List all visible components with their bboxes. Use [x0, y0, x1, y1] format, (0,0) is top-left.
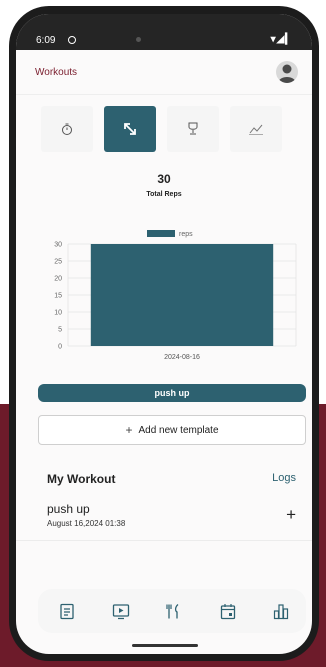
resize-arrows-icon — [124, 123, 136, 135]
y-tick-label: 5 — [58, 327, 62, 334]
y-tick-label: 30 — [54, 242, 62, 249]
sync-icon — [68, 36, 76, 44]
nav-item-video[interactable] — [111, 601, 131, 621]
workout-date: August 16,2024 01:38 — [47, 519, 126, 528]
nav-item-food[interactable] — [164, 601, 184, 621]
add-template-button[interactable]: + Add new template — [38, 415, 306, 445]
legend-swatch — [147, 230, 175, 237]
add-template-label: Add new template — [138, 424, 219, 436]
total-reps-value: 30 — [157, 172, 171, 186]
status-signal-icons: ▾◢▎ — [270, 34, 294, 45]
nav-item-document[interactable] — [57, 601, 77, 621]
stopwatch-icon — [62, 123, 72, 135]
bottom-nav — [38, 589, 306, 633]
user-icon — [278, 64, 296, 83]
total-reps-label: Total Reps — [146, 191, 182, 198]
plus-icon: + — [125, 423, 133, 437]
y-tick-label: 25 — [54, 259, 62, 266]
document-icon — [60, 603, 74, 619]
nav-item-calendar[interactable] — [218, 601, 238, 621]
status-time: 6:09 — [36, 35, 56, 46]
calendar-icon — [220, 603, 236, 619]
exercise-label: push up — [154, 388, 190, 398]
trophy-icon — [188, 122, 198, 135]
chart-bar — [90, 244, 274, 346]
section-title: My Workout — [47, 472, 116, 486]
bar-chart-icon — [273, 603, 289, 619]
x-tick-label: 2024-08-16 — [164, 354, 200, 361]
exercise-selector[interactable]: push up — [38, 384, 306, 402]
home-indicator — [132, 644, 198, 647]
camera-notch — [136, 37, 141, 42]
tab-reps[interactable] — [104, 106, 156, 152]
list-item[interactable]: push up August 16,2024 01:38 + — [16, 498, 312, 541]
y-tick-label: 20 — [54, 276, 62, 283]
tab-trophy[interactable] — [167, 106, 219, 152]
metric-tabs — [41, 106, 291, 152]
add-set-button[interactable]: + — [286, 505, 296, 525]
fork-knife-icon — [166, 603, 179, 618]
y-tick-label: 15 — [54, 293, 62, 300]
trend-chart-icon — [249, 124, 263, 135]
avatar[interactable] — [276, 61, 298, 83]
legend-label: reps — [179, 231, 193, 238]
page-title: Workouts — [35, 67, 78, 78]
tab-trend[interactable] — [230, 106, 282, 152]
reps-chart: 0 5 10 15 20 25 30 2024-08-16 reps — [54, 230, 297, 361]
workout-name: push up — [47, 502, 90, 516]
tab-stopwatch[interactable] — [41, 106, 93, 152]
status-bar: 6:09 ▾◢▎ — [16, 14, 312, 50]
app-bar: Workouts — [16, 50, 312, 95]
play-icon — [112, 603, 130, 619]
logs-link[interactable]: Logs — [272, 472, 296, 484]
y-tick-label: 10 — [54, 310, 62, 317]
y-tick-label: 0 — [58, 344, 62, 351]
phone-screen: 6:09 ▾◢▎ Workouts 30 Total Reps 0 5 10 1… — [16, 14, 312, 654]
nav-item-stats[interactable] — [271, 601, 291, 621]
